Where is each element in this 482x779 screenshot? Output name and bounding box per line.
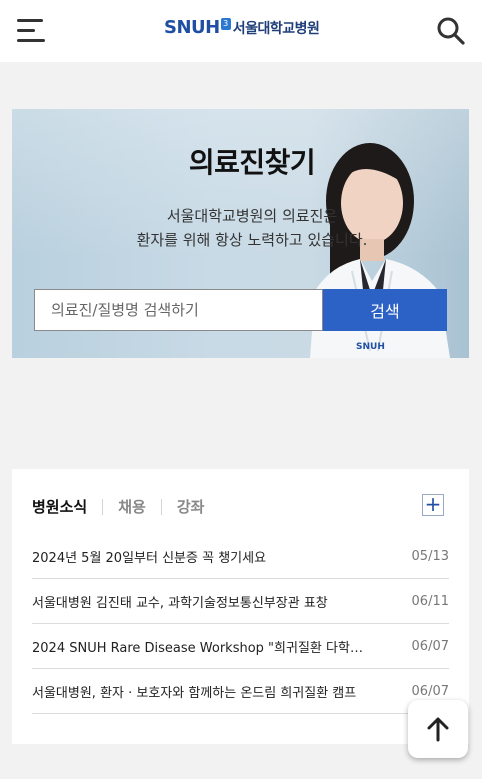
- news-list: 2024년 5월 20일부터 신분증 꼭 챙기세요 05/13 서울대병원 김진…: [32, 534, 449, 714]
- logo-text: 서울대학교병원: [232, 20, 320, 37]
- news-title: 서울대병원, 환자 · 보호자와 함께하는 온드림 희귀질환 캠프: [32, 685, 357, 701]
- arrow-up-icon: [427, 717, 449, 742]
- tab-lectures[interactable]: 강좌: [177, 496, 205, 517]
- banner-description-line: 서울대학교병원의 의료진은: [166, 207, 338, 225]
- news-title: 2024년 5월 20일부터 신분증 꼭 챙기세요: [32, 550, 267, 566]
- banner-title: 의료진찾기: [188, 146, 316, 179]
- news-panel: 병원소식 채용 강좌 + 2024년 5월 20일부터 신분증 꼭 챙기세요 0…: [12, 469, 469, 744]
- svg-text:SNUH: SNUH: [356, 342, 385, 352]
- tab-divider: [102, 498, 104, 515]
- list-item[interactable]: 2024 SNUH Rare Disease Workshop "희귀질환 다학…: [32, 624, 449, 669]
- list-item[interactable]: 서울대병원, 환자 · 보호자와 함께하는 온드림 희귀질환 캠프 06/07: [32, 669, 449, 714]
- banner-description: 서울대학교병원의 의료진은 환자를 위해 항상 노력하고 있습니다.: [12, 204, 469, 252]
- tab-recruitment[interactable]: 채용: [118, 496, 146, 517]
- more-plus-icon[interactable]: +: [422, 494, 444, 516]
- tab-hospital-news[interactable]: 병원소식: [32, 496, 87, 517]
- list-item[interactable]: 2024년 5월 20일부터 신분증 꼭 챙기세요 05/13: [32, 534, 449, 579]
- news-tabs: 병원소식 채용 강좌: [32, 496, 204, 517]
- search-button[interactable]: 검색: [323, 289, 447, 331]
- news-date: 06/11: [411, 593, 449, 609]
- tab-divider: [160, 498, 162, 515]
- list-item[interactable]: 서울대병원 김진태 교수, 과학기술정보통신부장관 표창 06/11: [32, 579, 449, 624]
- banner-description-line: 환자를 위해 항상 노력하고 있습니다.: [136, 231, 368, 249]
- hamburger-menu-icon[interactable]: [17, 19, 45, 43]
- scroll-top-button[interactable]: [408, 700, 468, 758]
- news-date: 06/07: [411, 683, 449, 699]
- news-date: 05/13: [411, 548, 449, 564]
- doctor-search-banner: SNUH 의료진찾기 서울대학교병원의 의료진은 환자를 위해 항상 노력하고 …: [12, 109, 469, 358]
- search-icon[interactable]: [436, 16, 466, 46]
- doctor-search-form: 검색: [34, 289, 447, 331]
- hospital-logo[interactable]: SNUH 3 서울대학교병원: [164, 17, 320, 38]
- news-title: 2024 SNUH Rare Disease Workshop "희귀질환 다학…: [32, 640, 372, 656]
- app-header: SNUH 3 서울대학교병원: [0, 0, 482, 62]
- doctor-search-input[interactable]: [34, 289, 323, 331]
- news-title: 서울대병원 김진태 교수, 과학기술정보통신부장관 표창: [32, 595, 328, 611]
- logo-mark: SNUH: [164, 17, 220, 38]
- logo-badge: 3: [220, 17, 231, 30]
- news-date: 06/07: [411, 638, 449, 654]
